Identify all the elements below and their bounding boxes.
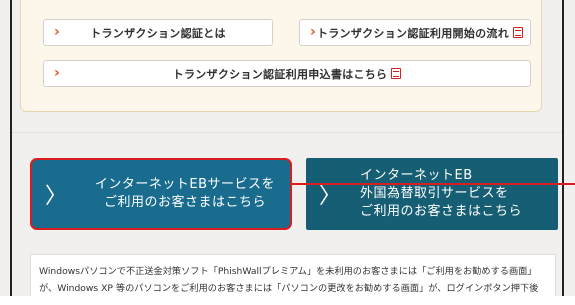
- button-label: インターネットEB 外国為替取引サービスを ご利用のお客さまはこちら: [354, 167, 558, 221]
- window-frame-left: [10, 0, 12, 305]
- button-label-line: インターネットEBサービスを: [94, 177, 276, 192]
- link-transaction-auth-flow[interactable]: › トランザクション認証利用開始の流れ: [299, 19, 531, 46]
- link-label: トランザクション認証とは: [90, 26, 226, 40]
- section-divider: [12, 132, 562, 133]
- window-frame-bottom: [0, 296, 575, 305]
- chevron-right-icon: ›: [54, 65, 60, 81]
- button-label-line: インターネットEB: [360, 168, 473, 183]
- link-transaction-auth-about[interactable]: › トランザクション認証とは: [43, 19, 273, 46]
- chevron-right-icon: ›: [310, 24, 316, 40]
- button-label: インターネットEBサービスを ご利用のお客さまはこちら: [80, 176, 290, 212]
- transaction-auth-panel: › トランザクション認証とは › トランザクション認証利用開始の流れ › トラン…: [20, 0, 542, 112]
- button-label-line: ご利用のお客さまはこちら: [360, 204, 523, 219]
- highlight-callout-line: [292, 183, 575, 185]
- link-transaction-auth-application[interactable]: › トランザクション認証利用申込書はこちら: [43, 60, 531, 87]
- internet-eb-forex-login-button[interactable]: 〉 インターネットEB 外国為替取引サービスを ご利用のお客さまはこちら: [306, 158, 558, 230]
- link-label: トランザクション認証利用開始の流れ: [316, 26, 510, 40]
- screen-root: › トランザクション認証とは › トランザクション認証利用開始の流れ › トラン…: [0, 0, 575, 305]
- chevron-right-icon: ›: [54, 24, 60, 40]
- internet-eb-login-button[interactable]: 〉 インターネットEBサービスを ご利用のお客さまはこちら: [30, 158, 292, 230]
- window-frame-right: [562, 0, 564, 305]
- button-label-line: 外国為替取引サービスを: [360, 186, 509, 201]
- pdf-icon: [391, 67, 402, 79]
- link-label: トランザクション認証利用申込書はこちら: [172, 67, 388, 81]
- pdf-icon: [513, 26, 524, 38]
- chevron-right-icon: 〉: [44, 184, 67, 209]
- button-label-line: ご利用のお客さまはこちら: [103, 195, 266, 210]
